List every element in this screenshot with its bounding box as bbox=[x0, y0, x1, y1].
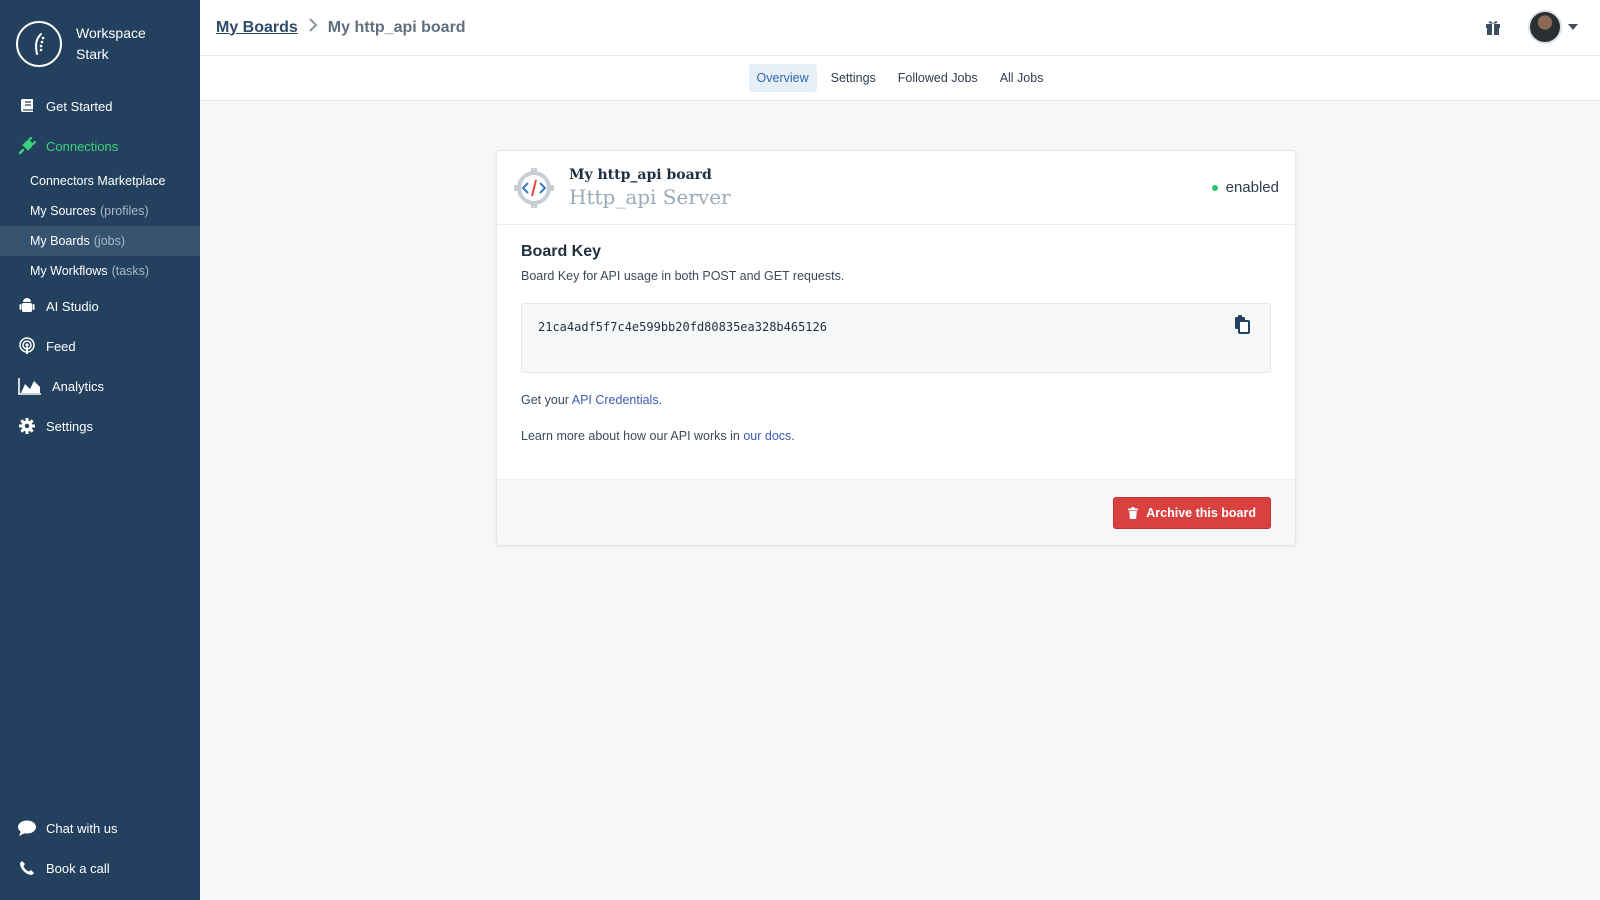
board-card: My http_api board Http_api Server enable… bbox=[496, 150, 1296, 546]
subitem-label: Connectors Marketplace bbox=[30, 174, 166, 188]
plug-icon bbox=[16, 135, 38, 157]
book-a-call-button[interactable]: Book a call bbox=[0, 848, 200, 888]
sidebar-item-label: Settings bbox=[46, 418, 93, 434]
card-heading: My http_api board Http_api Server bbox=[569, 167, 731, 209]
hrflow-logo-icon bbox=[16, 21, 62, 67]
sidebar-item-feed[interactable]: Feed bbox=[0, 326, 200, 366]
section-title: Board Key bbox=[521, 243, 602, 260]
credentials-suffix: . bbox=[658, 393, 663, 407]
subitem-hint: (tasks) bbox=[111, 264, 150, 278]
sidebar: Workspace Stark Get Started Connections … bbox=[0, 0, 200, 900]
sidebar-item-label: Feed bbox=[46, 338, 76, 354]
sidebar-item-get-started[interactable]: Get Started bbox=[0, 86, 200, 126]
call-label: Book a call bbox=[46, 860, 110, 876]
chevron-right-icon bbox=[308, 18, 318, 37]
status-badge: enabled bbox=[1211, 179, 1279, 196]
sidebar-bottom: Chat with us Book a call bbox=[0, 808, 200, 888]
sidebar-subitem-my-workflows[interactable]: My Workflows (tasks) bbox=[0, 256, 200, 286]
area-chart-icon bbox=[16, 375, 44, 397]
book-icon bbox=[16, 95, 38, 117]
chat-with-us-button[interactable]: Chat with us bbox=[0, 808, 200, 848]
sidebar-item-settings[interactable]: Settings bbox=[0, 406, 200, 446]
board-tabs: Overview Settings Followed Jobs All Jobs bbox=[200, 56, 1600, 101]
credentials-line: Get your API Credentials. bbox=[521, 393, 1271, 407]
chevron-down-icon[interactable] bbox=[1568, 24, 1578, 30]
robot-icon bbox=[16, 295, 38, 317]
http-api-connector-icon bbox=[513, 167, 555, 209]
sidebar-subitem-connectors-marketplace[interactable]: Connectors Marketplace bbox=[0, 166, 200, 196]
podcast-icon bbox=[16, 335, 38, 357]
avatar[interactable] bbox=[1528, 10, 1562, 44]
card-footer: Archive this board bbox=[497, 479, 1295, 545]
sidebar-item-connections[interactable]: Connections bbox=[0, 126, 200, 166]
tab-all-jobs[interactable]: All Jobs bbox=[992, 64, 1052, 92]
archive-board-button[interactable]: Archive this board bbox=[1113, 497, 1271, 529]
board-connector-type: Http_api Server bbox=[569, 184, 731, 209]
workspace-header[interactable]: Workspace Stark bbox=[0, 0, 200, 74]
sidebar-item-label: Analytics bbox=[52, 378, 105, 394]
archive-label: Archive this board bbox=[1146, 506, 1256, 520]
section-description: Board Key for API usage in both POST and… bbox=[521, 269, 845, 283]
subitem-hint: (jobs) bbox=[93, 234, 126, 248]
subitem-label: My Workflows bbox=[30, 264, 108, 278]
tab-followed-jobs[interactable]: Followed Jobs bbox=[890, 64, 986, 92]
status-label: enabled bbox=[1225, 179, 1279, 196]
top-right-actions bbox=[1482, 10, 1578, 44]
workspace-name: Workspace Stark bbox=[76, 25, 146, 62]
our-docs-link[interactable]: our docs bbox=[743, 429, 791, 443]
subitem-label: My Boards bbox=[30, 234, 90, 248]
copy-icon[interactable] bbox=[1232, 314, 1252, 336]
card-body: Board Key Board Key for API usage in bot… bbox=[497, 225, 1295, 459]
sidebar-item-label: Connections bbox=[46, 138, 119, 154]
top-bar: My Boards My http_api board bbox=[200, 0, 1600, 56]
api-credentials-link[interactable]: API Credentials bbox=[572, 393, 659, 407]
breadcrumb-current: My http_api board bbox=[327, 18, 466, 36]
sidebar-nav: Get Started Connections Connectors Marke… bbox=[0, 86, 200, 446]
sidebar-subitem-my-boards[interactable]: My Boards (jobs) bbox=[0, 226, 200, 256]
sidebar-subitem-my-sources[interactable]: My Sources (profiles) bbox=[0, 196, 200, 226]
sidebar-item-ai-studio[interactable]: AI Studio bbox=[0, 286, 200, 326]
board-key-value[interactable]: 21ca4adf5f7c4e599bb20fd80835ea328b465126 bbox=[538, 320, 827, 334]
trash-icon bbox=[1128, 507, 1139, 519]
sidebar-item-label: AI Studio bbox=[46, 298, 99, 314]
breadcrumb: My Boards My http_api board bbox=[216, 18, 466, 37]
breadcrumb-my-boards-link[interactable]: My Boards bbox=[216, 19, 298, 37]
chat-bubble-icon bbox=[16, 817, 38, 839]
docs-suffix: . bbox=[791, 429, 795, 443]
sidebar-item-analytics[interactable]: Analytics bbox=[0, 366, 200, 406]
credentials-prefix: Get your bbox=[521, 393, 572, 407]
board-title: My http_api board bbox=[569, 166, 712, 183]
tab-settings[interactable]: Settings bbox=[823, 64, 884, 92]
board-key-box: 21ca4adf5f7c4e599bb20fd80835ea328b465126 bbox=[521, 303, 1271, 373]
sidebar-item-label: Get Started bbox=[46, 98, 113, 114]
subitem-hint: (profiles) bbox=[100, 204, 149, 218]
gift-icon[interactable] bbox=[1482, 16, 1504, 38]
status-dot-icon bbox=[1211, 184, 1218, 191]
phone-icon bbox=[16, 857, 38, 879]
subitem-label: My Sources bbox=[30, 204, 96, 218]
tab-overview[interactable]: Overview bbox=[748, 64, 817, 92]
docs-prefix: Learn more about how our API works in bbox=[521, 429, 744, 443]
card-header: My http_api board Http_api Server enable… bbox=[497, 151, 1295, 225]
gear-icon bbox=[16, 415, 38, 437]
docs-line: Learn more about how our API works in ou… bbox=[521, 429, 1271, 443]
chat-label: Chat with us bbox=[46, 820, 118, 836]
